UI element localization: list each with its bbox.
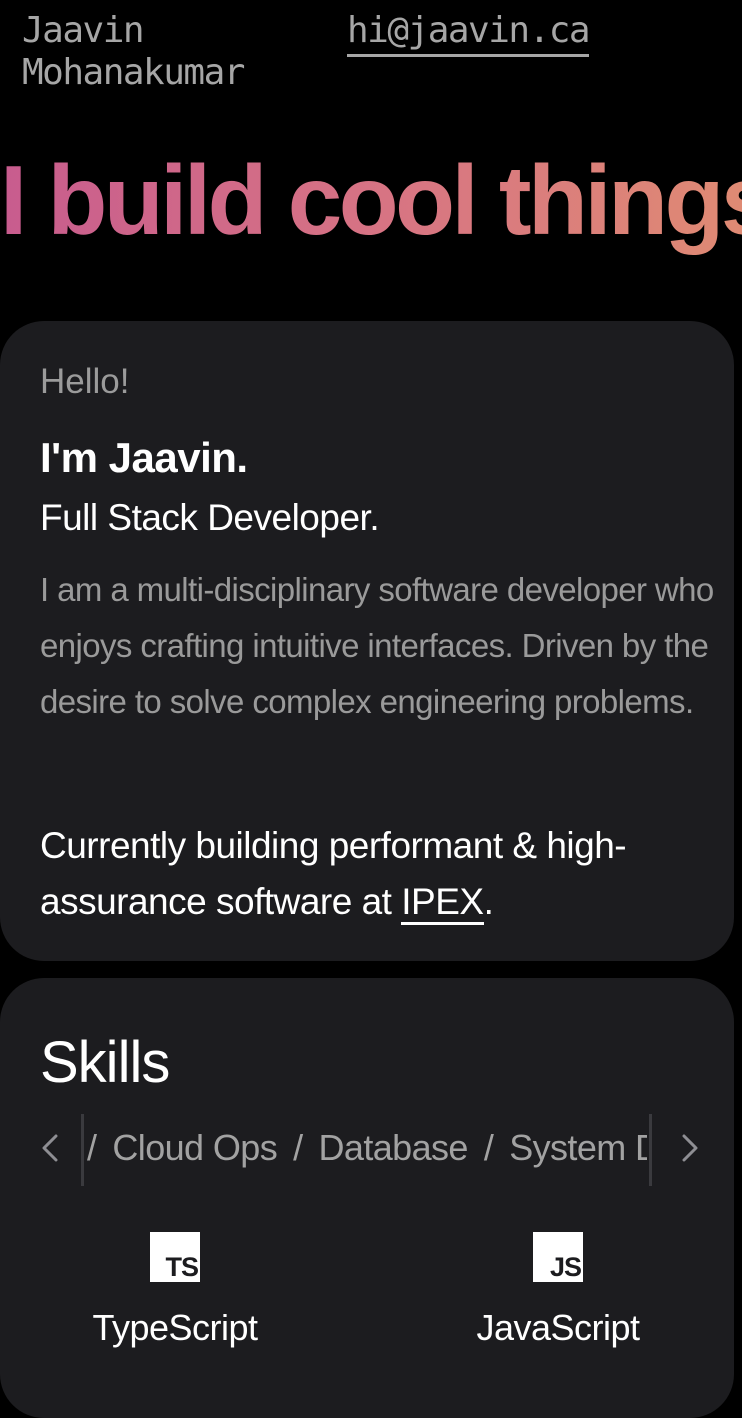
intro-role: Full Stack Developer. xyxy=(40,497,380,538)
skills-title: Skills xyxy=(40,1030,170,1095)
company-link[interactable]: IPEX xyxy=(401,881,484,925)
chevron-right-icon xyxy=(682,1134,698,1162)
intro-name: I'm Jaavin. xyxy=(40,434,248,481)
intro-bio: I am a multi-disciplinary software devel… xyxy=(40,571,714,720)
category-list: / Cloud Ops / Database / System De xyxy=(85,1110,647,1186)
site-header: Jaavin Mohanakumar hi@jaavin.ca xyxy=(0,0,742,120)
skill-label: JavaScript xyxy=(476,1307,640,1348)
carousel-divider-right xyxy=(649,1114,652,1186)
current-work-prefix: Currently building performant & high-ass… xyxy=(40,825,627,922)
carousel-next-button[interactable] xyxy=(670,1110,710,1186)
category-item[interactable]: Cloud Ops xyxy=(112,1110,277,1186)
hero-banner: I build cool things xyxy=(0,140,742,260)
skill-label: TypeScript xyxy=(92,1307,258,1348)
carousel-prev-button[interactable] xyxy=(30,1110,70,1186)
category-separator: / xyxy=(483,1127,494,1168)
category-separator: / xyxy=(87,1127,97,1168)
skills-category-carousel: / Cloud Ops / Database / System De xyxy=(30,1110,720,1186)
current-work-suffix: . xyxy=(483,881,494,922)
javascript-logo-icon: JS xyxy=(533,1232,583,1282)
category-separator: / xyxy=(293,1127,303,1168)
email-link[interactable]: hi@jaavin.ca xyxy=(347,10,591,57)
site-owner-name[interactable]: Jaavin Mohanakumar xyxy=(22,10,322,94)
hero-headline: I build cool things xyxy=(0,140,742,260)
typescript-logo-icon: TS xyxy=(150,1232,200,1282)
skill-javascript: JS JavaScript xyxy=(428,1232,688,1350)
category-item[interactable]: Database xyxy=(319,1110,469,1186)
carousel-divider-left xyxy=(81,1114,84,1186)
skill-typescript: TS TypeScript xyxy=(45,1232,305,1350)
category-item[interactable]: System De xyxy=(509,1110,647,1186)
current-work: Currently building performant & high-ass… xyxy=(40,818,720,930)
chevron-left-icon xyxy=(42,1134,58,1162)
greeting-text: Hello! xyxy=(40,362,130,401)
